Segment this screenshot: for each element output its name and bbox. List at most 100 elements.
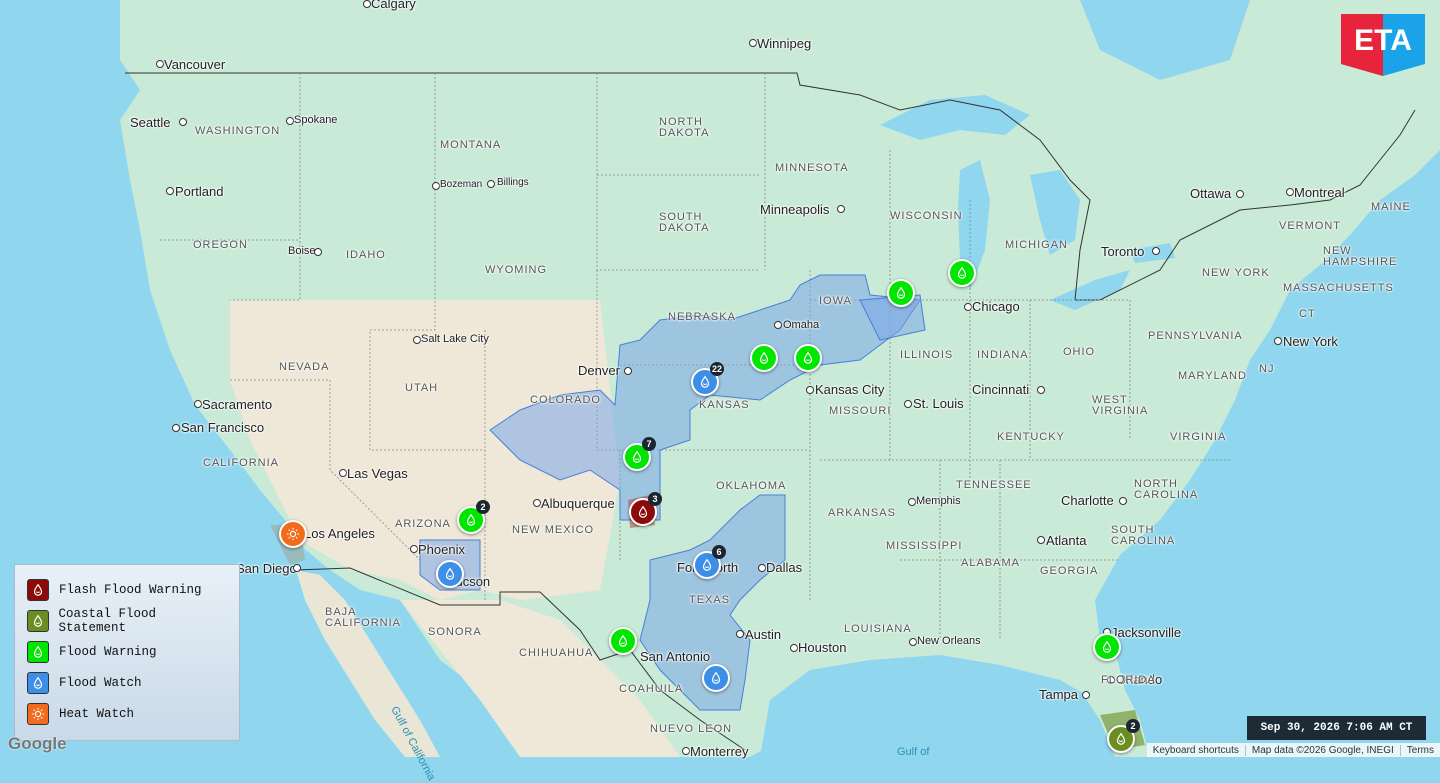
city-dot: [1037, 536, 1045, 544]
city-dot: [314, 248, 322, 256]
legend-item-flood-watch[interactable]: Flood Watch: [27, 667, 227, 698]
state-label: NORTH DAKOTA: [659, 116, 710, 139]
state-label: NEW HAMPSHIRE: [1323, 245, 1398, 268]
legend-item-flood-warning[interactable]: Flood Warning: [27, 636, 227, 667]
city-dot: [964, 303, 972, 311]
city-las-vegas: Las Vegas: [347, 466, 408, 481]
state-label: KENTUCKY: [997, 431, 1065, 443]
flood-icon: [709, 671, 723, 685]
state-label: PENNSYLVANIA: [1148, 330, 1243, 342]
sun-icon: [27, 702, 49, 725]
alert-marker-flood-warning[interactable]: [887, 279, 915, 307]
city-dot: [194, 400, 202, 408]
city-dot: [1082, 691, 1090, 699]
city-albuquerque: Albuquerque: [541, 496, 615, 511]
alert-marker-flood-watch[interactable]: 22: [691, 362, 724, 396]
legend-label: Heat Watch: [59, 706, 135, 721]
timestamp: Sep 30, 2026 7:06 AM CT: [1247, 716, 1426, 740]
state-label: MONTANA: [440, 139, 502, 151]
alert-marker-flood-watch[interactable]: [436, 560, 464, 588]
state-label: MICHIGAN: [1005, 239, 1068, 251]
state-label: TENNESSEE: [956, 479, 1032, 491]
flood-icon: [894, 286, 908, 300]
state-label: OKLAHOMA: [716, 480, 787, 492]
alert-marker-flood-warning[interactable]: [750, 344, 778, 372]
alert-marker-flood-warning[interactable]: [1093, 633, 1121, 661]
city-vancouver: Vancouver: [164, 57, 226, 72]
state-label: ALABAMA: [961, 557, 1020, 569]
alert-marker-flood-warning[interactable]: 7: [623, 437, 656, 471]
state-label: LOUISIANA: [844, 623, 912, 635]
city-dot: [806, 386, 814, 394]
alert-marker-flash-flood-warning[interactable]: 3: [629, 492, 662, 526]
alert-count-badge: 22: [709, 362, 724, 376]
city-dot: [413, 336, 421, 344]
city-dot: [1037, 386, 1045, 394]
legend-item-heat-watch[interactable]: Heat Watch: [27, 698, 227, 729]
state-label: FLORIDA: [1101, 674, 1156, 686]
legend-label: Flash Flood Warning: [59, 582, 202, 597]
state-label: CALIFORNIA: [203, 457, 280, 469]
city-dot: [410, 545, 418, 553]
alert-marker-flood-warning[interactable]: [794, 344, 822, 372]
city-los-angeles: Los Angeles: [304, 526, 375, 541]
state-label: ARIZONA: [395, 518, 451, 530]
state-label: ARKANSAS: [828, 507, 896, 519]
alert-marker-flood-warning[interactable]: 2: [457, 500, 490, 534]
city-omaha: Omaha: [783, 319, 820, 331]
flood-icon: [698, 375, 712, 389]
city-dot: [624, 367, 632, 375]
city-memphis: Memphis: [916, 495, 961, 507]
city-toronto: Toronto: [1101, 244, 1145, 259]
city-dot: [837, 205, 845, 213]
state-label: CHIHUAHUA: [519, 647, 594, 659]
state-label: MISSOURI: [829, 405, 892, 417]
city-dot: [1286, 188, 1294, 196]
google-logo[interactable]: Google: [8, 734, 67, 754]
city-dot: [487, 180, 495, 188]
alert-count-badge: 7: [642, 437, 656, 451]
state-label: IDAHO: [346, 249, 386, 261]
eta-logo[interactable]: ETA: [1341, 14, 1425, 78]
alert-marker-flood-watch[interactable]: 6: [693, 545, 726, 579]
alert-marker-flood-watch[interactable]: [702, 664, 730, 692]
alert-marker-heat-watch[interactable]: [279, 520, 307, 548]
flood-icon: [443, 567, 457, 581]
alert-legend: Flash Flood Warning Coastal Flood Statem…: [14, 564, 240, 741]
city-billings: Billings: [497, 177, 529, 188]
state-label: WYOMING: [485, 264, 547, 276]
state-label: WEST VIRGINIA: [1092, 394, 1149, 417]
state-label: NEW YORK: [1202, 267, 1270, 279]
city-dot: [909, 638, 917, 646]
keyboard-shortcuts-link[interactable]: Keyboard shortcuts: [1147, 745, 1245, 756]
state-label: WISCONSIN: [890, 210, 963, 222]
alert-marker-flood-warning[interactable]: [948, 259, 976, 287]
state-label: NEBRASKA: [668, 311, 736, 323]
city-dot: [533, 499, 541, 507]
city-spokane: Spokane: [294, 114, 338, 126]
city-houston: Houston: [798, 640, 847, 655]
alert-marker-flood-warning[interactable]: [609, 627, 637, 655]
state-label: NORTH CAROLINA: [1134, 478, 1199, 501]
city-dot: [1119, 497, 1127, 505]
terms-link[interactable]: Terms: [1399, 744, 1440, 756]
state-label: SOUTH DAKOTA: [659, 211, 710, 234]
legend-item-coastal-flood-statement[interactable]: Coastal Flood Statement: [27, 605, 227, 636]
flood-icon: [757, 351, 771, 365]
alert-marker-coastal-flood-statement[interactable]: 2: [1107, 719, 1140, 753]
alert-count-badge: 6: [712, 545, 726, 559]
state-label: OHIO: [1063, 346, 1096, 358]
city-dot: [682, 747, 690, 755]
flood-icon: [700, 558, 714, 572]
city-cincinnati: Cincinnati: [972, 382, 1030, 397]
legend-item-flash-flood-warning[interactable]: Flash Flood Warning: [27, 574, 227, 605]
flood-icon: [27, 671, 49, 694]
state-label: NEVADA: [279, 361, 330, 373]
sun-icon: [286, 527, 300, 541]
alert-count-badge: 3: [648, 492, 662, 506]
city-minneapolis: Minneapolis: [760, 202, 830, 217]
state-label: UTAH: [405, 382, 439, 394]
city-montreal: Montreal: [1294, 185, 1345, 200]
flood-icon: [955, 266, 969, 280]
city-san-antonio: San Antonio: [640, 649, 711, 664]
